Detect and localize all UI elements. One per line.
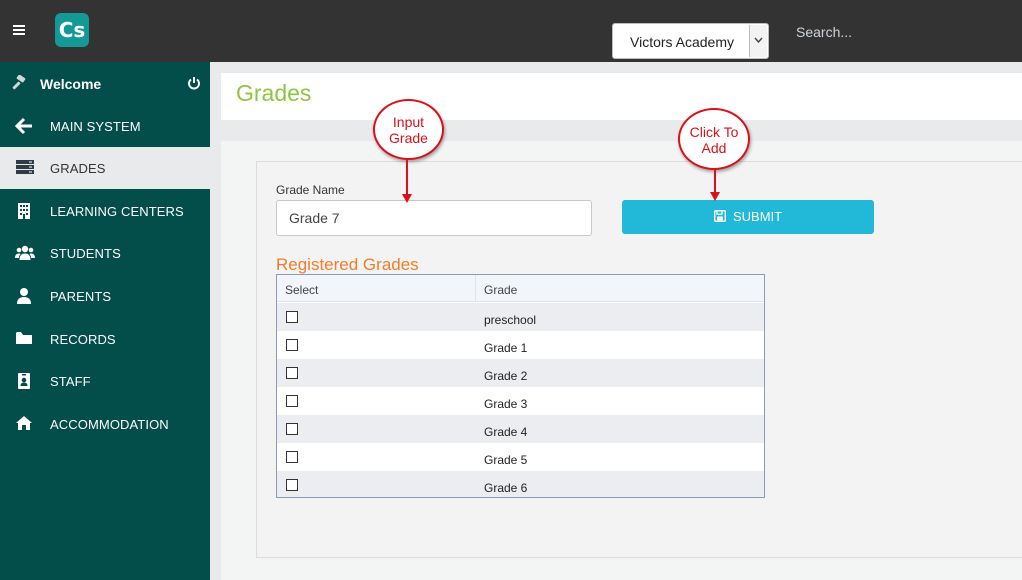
row-checkbox[interactable] [286,311,298,323]
row-checkbox[interactable] [286,395,298,407]
table-row[interactable]: Grade 2 [277,359,764,387]
gavel-icon [11,74,29,97]
top-bar: Cs Victors Academy [0,0,1022,62]
annotation-click-to-add: Click To Add [678,108,750,170]
submit-label: SUBMIT [733,209,783,224]
sidebar-item-label: STUDENTS [50,246,121,261]
grade-name-label: Grade Name [276,183,345,197]
column-divider [475,275,476,302]
table-row[interactable]: Grade 5 [277,443,764,471]
users-icon [15,244,35,262]
annotation-input-grade: Input Grade [373,99,444,160]
sidebar-item-label: RECORDS [50,332,116,347]
grade-cell: preschool [484,313,537,327]
table-row[interactable]: Grade 3 [277,387,764,415]
annotation-text: Grade [389,130,428,146]
sidebar-item-parents[interactable]: PARENTS [0,275,210,317]
folder-icon [15,330,35,348]
registered-grades-title: Registered Grades [276,255,419,274]
grade-cell: Grade 1 [484,341,528,355]
table-row[interactable]: Grade 4 [277,415,764,443]
annotation-text: Add [701,140,727,156]
chevron-down-icon[interactable] [749,25,767,57]
table-header: Select Grade [277,275,764,302]
table-row[interactable]: preschool [277,303,764,331]
row-checkbox[interactable] [286,451,298,463]
table-row[interactable]: Grade 1 [277,331,764,359]
grade-cell: Grade 2 [484,369,528,383]
grade-cell: Grade 6 [484,481,528,495]
table-row[interactable]: Grade 6 [277,471,764,497]
row-checkbox[interactable] [286,339,298,351]
school-select[interactable]: Victors Academy [612,23,769,59]
column-header-select[interactable]: Select [285,283,318,297]
sidebar-item-records[interactable]: RECORDS [0,318,210,360]
welcome-label: Welcome [40,76,102,92]
sidebar-item-learning-centers[interactable]: LEARNING CENTERS [0,190,210,232]
school-select-value: Victors Academy [630,34,735,50]
sidebar-item-label: PARENTS [50,289,112,304]
home-icon [15,415,35,433]
row-checkbox[interactable] [286,479,298,491]
save-icon [713,209,727,225]
sidebar-item-label: GRADES [50,161,106,176]
arrow-left-icon [14,117,35,135]
sidebar-item-students[interactable]: STUDENTS [0,232,210,274]
grade-cell: Grade 5 [484,453,528,467]
server-icon [15,159,35,177]
sidebar-item-label: ACCOMMODATION [50,417,169,432]
page-header: Grades [221,73,1022,120]
sidebar-item-grades[interactable]: GRADES [0,147,210,189]
app-logo: Cs [55,13,89,47]
user-icon [15,287,35,305]
id-badge-icon [15,372,35,390]
arrow-down-icon [710,170,720,201]
search-input[interactable] [786,19,986,45]
menu-icon[interactable] [13,25,25,35]
sidebar-welcome: Welcome [0,62,210,105]
row-checkbox[interactable] [286,367,298,379]
grade-cell: Grade 4 [484,425,528,439]
grade-cell: Grade 3 [484,397,528,411]
sidebar-item-label: MAIN SYSTEM [50,119,141,134]
row-checkbox[interactable] [286,423,298,435]
grade-name-input[interactable] [276,200,592,236]
annotation-text: Input [392,114,425,130]
power-icon[interactable] [187,76,201,95]
registered-grades-table: Select Grade preschool Grade 1 Grade 2 G… [276,274,765,498]
sidebar-item-accommodation[interactable]: ACCOMMODATION [0,403,210,445]
sidebar-item-main-system[interactable]: MAIN SYSTEM [0,105,210,147]
sidebar-item-label: LEARNING CENTERS [50,204,184,219]
annotation-text: Click To [689,124,739,140]
sidebar-item-label: STAFF [50,374,91,389]
submit-button[interactable]: SUBMIT [622,200,874,234]
arrow-down-icon [402,160,412,203]
sidebar-item-staff[interactable]: STAFF [0,360,210,402]
column-header-grade[interactable]: Grade [484,283,517,297]
building-icon [15,202,35,220]
sidebar: Welcome MAIN SYSTEM GRADES LEARNING CENT… [0,62,210,580]
page-title: Grades [236,80,312,106]
